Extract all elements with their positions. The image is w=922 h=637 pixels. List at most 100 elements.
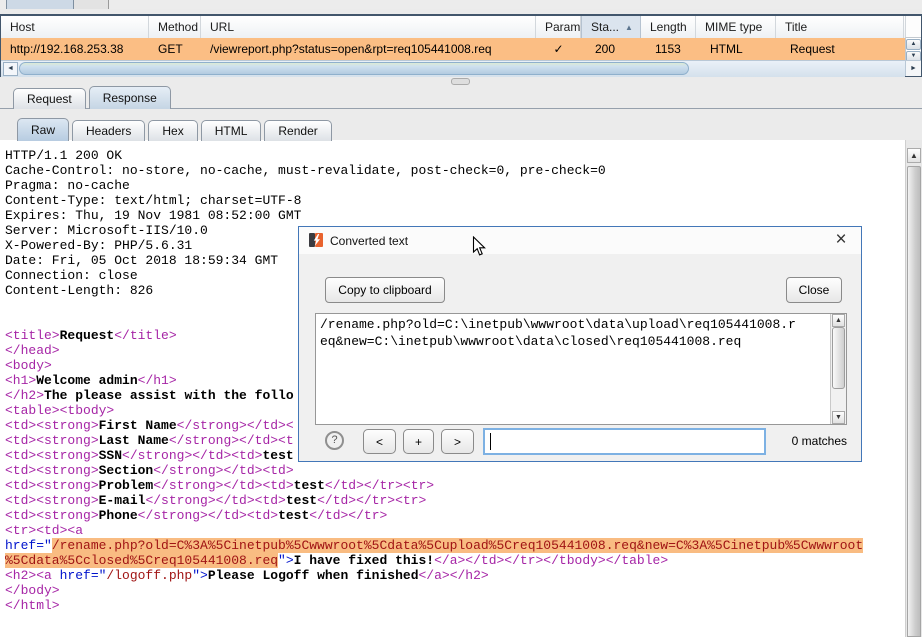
code-segment: test (294, 478, 325, 493)
code-segment: <td><strong> (5, 463, 99, 478)
column-header-label: Host (10, 17, 35, 38)
converted-text-line: /rename.php?old=C:\inetpub\wwwroot\data\… (320, 316, 796, 333)
search-input[interactable] (483, 428, 766, 455)
column-header-length[interactable]: Length (641, 16, 696, 38)
response-line: Expires: Thu, 19 Nov 1981 08:52:00 GMT (5, 208, 863, 223)
code-segment: </strong></td>< (177, 418, 294, 433)
search-next-button[interactable]: > (441, 429, 474, 454)
tab-request[interactable]: Request (13, 88, 86, 109)
response-line: </body> (5, 583, 863, 598)
response-line: Content-Type: text/html; charset=UTF-8 (5, 193, 863, 208)
tab-response[interactable]: Response (89, 86, 171, 109)
column-header-label: URL (210, 17, 234, 38)
view-tab-headers[interactable]: Headers (72, 120, 145, 141)
code-segment: Connection: close (5, 268, 138, 283)
partial-tab[interactable] (74, 0, 109, 9)
code-segment: First Name (99, 418, 177, 433)
column-header-title[interactable]: Title (776, 16, 904, 38)
code-segment: <body> (5, 358, 52, 373)
code-segment: <h1> (5, 373, 36, 388)
code-segment: test (286, 493, 317, 508)
table-horizontal-scrollbar[interactable]: ◄ (1, 60, 905, 77)
code-segment: </strong></td><td> (122, 448, 262, 463)
help-icon[interactable]: ? (325, 431, 344, 450)
column-header-sta[interactable]: Sta...▲ (581, 16, 641, 38)
top-tab-strip (0, 0, 922, 9)
code-segment: Request (60, 328, 115, 343)
search-previous-button[interactable]: < (363, 429, 396, 454)
scroll-up-icon[interactable]: ▲ (832, 314, 845, 327)
scroll-up-icon[interactable]: ▲ (907, 148, 921, 163)
response-line: <td><strong>Problem</strong></td><td>tes… (5, 478, 863, 493)
code-segment: <title> (5, 328, 60, 343)
dialog-text-scrollbar[interactable]: ▲ ▼ (830, 314, 846, 424)
scroll-right-icon[interactable]: ► (905, 60, 921, 76)
code-segment: Server: Microsoft-IIS/10.0 (5, 223, 208, 238)
dialog-scrollbar-thumb[interactable] (832, 327, 845, 389)
code-segment: <td><strong> (5, 448, 99, 463)
response-line: <tr><td><a (5, 523, 863, 538)
response-line: href="/rename.php?old=C%3A%5Cinetpub%5Cw… (5, 538, 863, 553)
row-cell-params[interactable]: ✓ (536, 38, 581, 60)
code-segment: </strong></td><td> (153, 478, 293, 493)
code-segment: </h1> (138, 373, 177, 388)
column-header-host[interactable]: Host (1, 16, 149, 38)
table-vertical-scrollbar[interactable]: ▲ ▼ (905, 38, 921, 60)
row-cell-length[interactable]: 1153 (641, 38, 696, 60)
view-tab-raw[interactable]: Raw (17, 118, 69, 141)
response-line: <td><strong>E-mail</strong></td><td>test… (5, 493, 863, 508)
view-tab-render[interactable]: Render (264, 120, 331, 141)
close-button[interactable]: Close (786, 277, 842, 303)
code-segment: Content-Type: text/html; charset=UTF-8 (5, 193, 301, 208)
close-icon[interactable]: × (831, 228, 851, 252)
match-count-label: 0 matches (792, 434, 847, 448)
view-tab-hex[interactable]: Hex (148, 120, 197, 141)
response-scrollbar[interactable]: ▲ (905, 140, 922, 637)
code-segment: </a></td></tr></tbody></table> (434, 553, 668, 568)
code-segment: Date: Fri, 05 Oct 2018 18:59:34 GMT (5, 253, 278, 268)
converted-text-dialog: Converted text × Copy to clipboard Close… (298, 226, 862, 462)
code-segment: HTTP/1.1 200 OK (5, 148, 122, 163)
dialog-titlebar[interactable]: Converted text × (299, 227, 861, 254)
table-selected-row[interactable]: http://192.168.253.38GET/viewreport.php?… (1, 38, 905, 60)
code-segment: Phone (99, 508, 138, 523)
column-header-label: Method (158, 17, 198, 38)
converted-text-area[interactable]: /rename.php?old=C:\inetpub\wwwroot\data\… (315, 313, 847, 425)
column-header-label: MIME type (705, 17, 762, 38)
response-line: Pragma: no-cache (5, 178, 863, 193)
code-segment: <td><strong> (5, 433, 99, 448)
code-segment: Please Logoff when finished (208, 568, 419, 583)
code-segment: Section (99, 463, 154, 478)
code-segment: </html> (5, 598, 60, 613)
code-segment: Expires: Thu, 19 Nov 1981 08:52:00 GMT (5, 208, 301, 223)
code-segment: E-mail (99, 493, 146, 508)
row-cell-host[interactable]: http://192.168.253.38 (1, 38, 149, 60)
column-header-params[interactable]: Params (536, 16, 581, 38)
copy-to-clipboard-button[interactable]: Copy to clipboard (325, 277, 445, 303)
code-segment: </strong></td><t (169, 433, 294, 448)
code-segment: <table><tbody> (5, 403, 114, 418)
converted-text-content: /rename.php?old=C:\inetpub\wwwroot\data\… (320, 316, 796, 350)
response-scrollbar-thumb[interactable] (907, 166, 921, 637)
row-cell-sta[interactable]: 200 (581, 38, 641, 60)
scroll-up-icon[interactable]: ▲ (906, 39, 921, 50)
search-options-button[interactable]: + (403, 429, 434, 454)
highlighted-text: %5Cdata%5Cclosed%5Creq105441008.req (5, 553, 278, 568)
code-segment: Content-Length: 826 (5, 283, 153, 298)
partial-tab-selected[interactable] (6, 0, 74, 9)
row-cell-mimetype[interactable]: HTML (696, 38, 776, 60)
row-cell-method[interactable]: GET (149, 38, 201, 60)
row-cell-url[interactable]: /viewreport.php?status=open&rpt=req10544… (201, 38, 536, 60)
column-header-method[interactable]: Method (149, 16, 201, 38)
mouse-cursor (472, 236, 486, 257)
scroll-left-icon[interactable]: ◄ (3, 62, 18, 76)
view-tab-html[interactable]: HTML (201, 120, 262, 141)
horizontal-scrollbar-thumb[interactable] (19, 62, 689, 75)
scroll-down-icon[interactable]: ▼ (832, 411, 845, 424)
row-cell-title[interactable]: Request (776, 38, 904, 60)
column-header-mimetype[interactable]: MIME type (696, 16, 776, 38)
code-segment: Problem (99, 478, 154, 493)
code-segment: Welcome admin (36, 373, 137, 388)
panel-splitter-handle[interactable] (451, 78, 470, 85)
column-header-url[interactable]: URL (201, 16, 536, 38)
